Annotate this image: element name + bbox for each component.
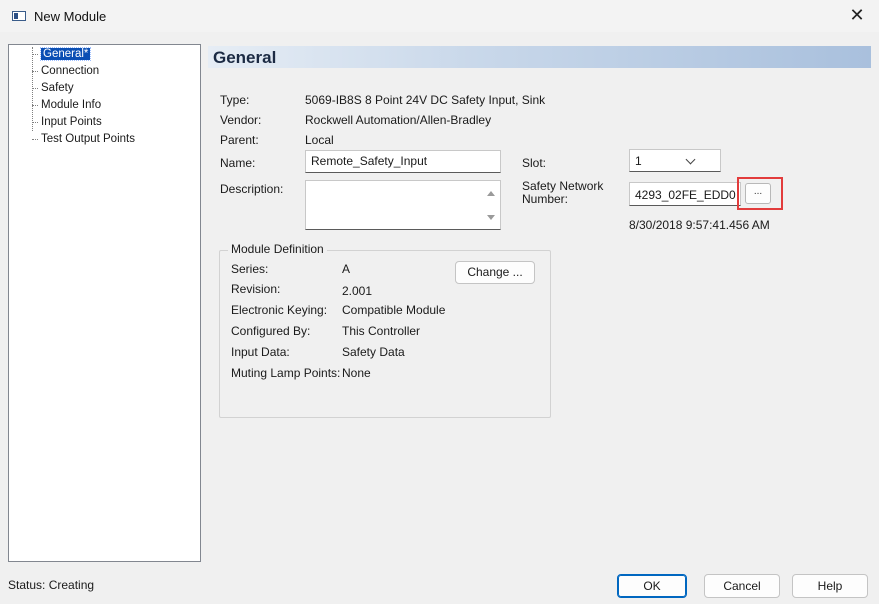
name-label: Name: xyxy=(220,156,256,170)
revision-label: Revision: xyxy=(231,282,281,296)
tree-item-test-output-points[interactable]: Test Output Points xyxy=(41,133,135,146)
tree-item-label: General* xyxy=(39,47,92,61)
tree-item-label: Module Info xyxy=(41,99,102,111)
category-tree[interactable]: General* Connection Safety Module Info I… xyxy=(8,44,201,562)
vendor-value: Rockwell Automation/Allen-Bradley xyxy=(305,113,492,127)
tree-item-label: Connection xyxy=(41,65,100,77)
type-value: 5069-IB8S 8 Point 24V DC Safety Input, S… xyxy=(305,93,546,107)
tree-item-connection[interactable]: Connection xyxy=(41,65,99,78)
snn-value: 4293_02FE_EDD0 xyxy=(635,188,736,202)
parent-value: Local xyxy=(305,133,334,147)
muting-lamp-points-value: None xyxy=(342,366,371,380)
tree-connector-line xyxy=(32,54,38,55)
tree-connector-line xyxy=(32,88,38,89)
new-module-dialog: New Module ✕ General* Connection Safety … xyxy=(0,0,879,604)
close-icon[interactable]: ✕ xyxy=(847,5,867,25)
series-label: Series: xyxy=(231,262,269,276)
electronic-keying-label: Electronic Keying: xyxy=(231,303,328,317)
tree-connector-line xyxy=(32,105,38,106)
scroll-up-arrow-icon[interactable] xyxy=(487,191,495,196)
change-button[interactable]: Change ... xyxy=(455,261,535,284)
window-title: New Module xyxy=(34,9,107,24)
snn-browse-button[interactable]: ... xyxy=(745,183,771,204)
muting-lamp-points-label: Muting Lamp Points: xyxy=(231,366,341,380)
description-textarea[interactable] xyxy=(305,180,501,230)
safety-network-number-field[interactable]: 4293_02FE_EDD0 xyxy=(629,182,741,206)
scroll-down-arrow-icon[interactable] xyxy=(487,215,495,220)
tree-connector-line xyxy=(32,139,38,140)
tree-item-module-info[interactable]: Module Info xyxy=(41,99,101,112)
description-scrollbar[interactable] xyxy=(482,181,500,229)
tree-connector-line xyxy=(32,47,33,131)
tree-item-label: Safety xyxy=(41,82,74,94)
parent-label: Parent: xyxy=(220,133,259,147)
help-button[interactable]: Help xyxy=(792,574,868,598)
status-text: Status: Creating xyxy=(8,578,95,592)
slot-label: Slot: xyxy=(522,156,547,170)
revision-value: 2.001 xyxy=(342,284,373,298)
tree-connector-line xyxy=(32,122,38,123)
type-label: Type: xyxy=(220,93,250,107)
cancel-button[interactable]: Cancel xyxy=(704,574,780,598)
window-app-icon xyxy=(12,11,26,21)
name-input-value: Remote_Safety_Input xyxy=(311,154,428,168)
section-header: General xyxy=(208,46,871,68)
slot-dropdown-value: 1 xyxy=(635,154,642,168)
snn-label-line2: Number: xyxy=(522,192,569,206)
configured-by-value: This Controller xyxy=(342,324,421,338)
configured-by-label: Configured By: xyxy=(231,324,311,338)
input-data-label: Input Data: xyxy=(231,345,290,359)
description-label: Description: xyxy=(220,182,284,196)
module-definition-title: Module Definition xyxy=(228,242,327,256)
tree-item-label: Input Points xyxy=(41,116,102,128)
tree-item-safety[interactable]: Safety xyxy=(41,82,74,95)
snn-timestamp: 8/30/2018 9:57:41.456 AM xyxy=(629,218,770,232)
chevron-down-icon xyxy=(685,154,696,165)
ok-button[interactable]: OK xyxy=(617,574,687,598)
title-bar: New Module ✕ xyxy=(0,0,879,32)
tree-item-label: Test Output Points xyxy=(41,133,135,145)
electronic-keying-value: Compatible Module xyxy=(342,303,446,317)
input-data-value: Safety Data xyxy=(342,345,405,359)
tree-item-general[interactable]: General* xyxy=(39,47,92,61)
series-value: A xyxy=(342,262,351,276)
vendor-label: Vendor: xyxy=(220,113,262,127)
slot-dropdown[interactable]: 1 xyxy=(629,149,721,172)
name-input[interactable]: Remote_Safety_Input xyxy=(305,150,501,173)
tree-item-input-points[interactable]: Input Points xyxy=(41,116,102,129)
safety-network-number-label: Safety Network Number: xyxy=(522,180,603,206)
tree-connector-line xyxy=(32,71,38,72)
section-title: General xyxy=(213,48,277,67)
